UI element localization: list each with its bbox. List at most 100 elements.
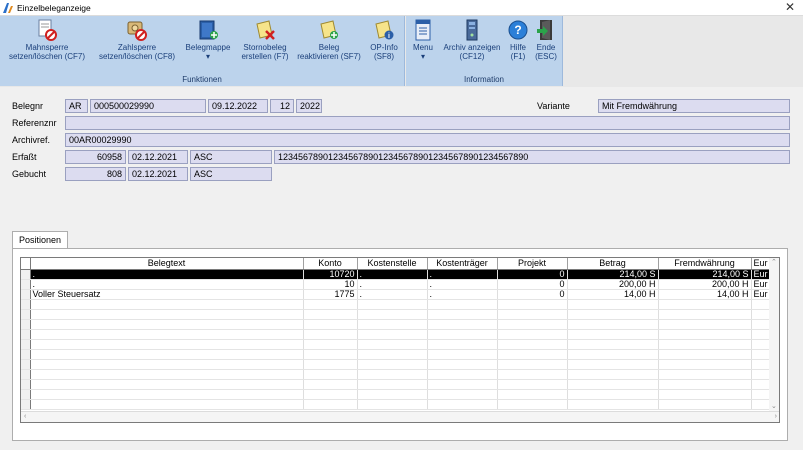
table-cell (497, 399, 568, 410)
table-cell (658, 319, 752, 330)
row-selector (21, 379, 31, 390)
row-selector[interactable] (21, 279, 31, 290)
scroll-left-icon[interactable]: ‹ (24, 413, 26, 421)
svg-text:?: ? (514, 23, 521, 37)
table-cell (497, 299, 568, 310)
table-cell (30, 359, 304, 370)
table-cell (303, 359, 358, 370)
table-row[interactable]: Voller Steuersatz 1775.. 0 14,00 H 14,00 H Eu… (21, 289, 771, 300)
table-cell (567, 309, 659, 320)
belegmappe-button[interactable]: Belegmappe ▾ (180, 19, 236, 61)
column-header[interactable]: Betrag (567, 258, 659, 270)
column-header[interactable]: Fremdwährung (658, 258, 752, 270)
beleg-reaktivieren-button[interactable]: Beleg reaktivieren (SF7) (292, 19, 366, 61)
table-cell (30, 309, 304, 320)
close-icon[interactable]: ✕ (785, 0, 795, 15)
table-cell: . (357, 279, 428, 290)
archiv-anzeigen-button[interactable]: Archiv anzeigen (CF12) (439, 19, 505, 61)
table-cell (567, 359, 659, 370)
table-cell (658, 369, 752, 380)
row-selector (21, 339, 31, 350)
row-selector (21, 329, 31, 340)
column-header[interactable]: Kostenstelle (357, 258, 428, 270)
help-button[interactable]: ? Hilfe (F1) (505, 19, 531, 61)
table-cell (658, 339, 752, 350)
table-cell: . (30, 269, 304, 280)
table-row[interactable]: . 10.. 0 200,00 H 200,00 H Eur (21, 279, 771, 290)
table-cell (427, 299, 498, 310)
table-cell (567, 379, 659, 390)
scroll-right-icon[interactable]: › (775, 413, 777, 421)
table-cell: 10720 (303, 269, 358, 280)
table-cell (497, 349, 568, 360)
table-cell (427, 399, 498, 410)
table-cell (751, 359, 771, 370)
table-cell (30, 389, 304, 400)
stornobeleg-button[interactable]: Stornobeleg erstellen (F7) (234, 19, 296, 61)
table-cell (658, 389, 752, 400)
table-cell (30, 339, 304, 350)
table-cell: 0 (497, 289, 568, 300)
table-cell (30, 349, 304, 360)
table-cell (497, 309, 568, 320)
menu-button[interactable]: Menu ▾ (408, 19, 438, 61)
table-cell (497, 359, 568, 370)
app-logo-icon (3, 3, 13, 13)
table-cell: . (427, 269, 498, 280)
table-row[interactable]: . 10720.. 0 214,00 S 214,00 S Eur (21, 269, 771, 280)
gebucht-user-field: ASC (190, 167, 272, 181)
empty-row (21, 389, 771, 400)
referenznr-label: Referenznr (12, 118, 57, 128)
menu-icon (415, 19, 431, 41)
table-cell (303, 369, 358, 380)
op-info-button[interactable]: i OP-Info (SF8) (364, 19, 404, 61)
table-cell (751, 379, 771, 390)
ribbon-group-funktionen: Mahnsperre setzen/löschen (CF7) Zahlsper… (0, 16, 405, 86)
vertical-scrollbar[interactable]: ⌃ ⌄ (769, 258, 779, 412)
op-info-icon: i (375, 20, 394, 40)
erfasst-nr-field: 60958 (65, 150, 126, 164)
column-header[interactable]: Eur (751, 258, 771, 270)
column-header[interactable]: Kostenträger (427, 258, 498, 270)
table-cell: Eur (751, 279, 771, 290)
scroll-up-icon[interactable]: ⌃ (771, 259, 777, 267)
table-cell (427, 339, 498, 350)
referenznr-field (65, 116, 790, 130)
scroll-down-icon[interactable]: ⌄ (771, 403, 777, 411)
ribbon-group-caption: Information (463, 75, 505, 84)
mahnsperre-button[interactable]: Mahnsperre setzen/löschen (CF7) (4, 19, 90, 61)
table-cell (303, 329, 358, 340)
table-cell (303, 309, 358, 320)
table-cell (658, 329, 752, 340)
positionen-panel: Belegtext Konto Kostenstelle Kostenträger Pr… (12, 248, 788, 441)
table-cell (751, 329, 771, 340)
column-header[interactable]: Projekt (497, 258, 568, 270)
table-cell (567, 389, 659, 400)
row-selector[interactable] (21, 269, 31, 280)
exit-icon (537, 20, 552, 40)
exit-button[interactable]: Ende (ESC) (531, 19, 561, 61)
column-header[interactable]: Konto (303, 258, 358, 270)
erfasst-user-field: ASC (190, 150, 272, 164)
belegnr-label: Belegnr (12, 101, 44, 111)
table-cell: 200,00 H (567, 279, 659, 290)
horizontal-scrollbar[interactable]: ‹ › (21, 411, 779, 422)
row-selector[interactable] (21, 289, 31, 300)
empty-row (21, 359, 771, 370)
table-cell (30, 399, 304, 410)
table-cell (30, 329, 304, 340)
empty-row (21, 379, 771, 390)
table-cell (30, 299, 304, 310)
table-cell (751, 339, 771, 350)
tab-positionen[interactable]: Positionen (12, 231, 68, 249)
table-cell: 200,00 H (658, 279, 752, 290)
zahlsperre-button[interactable]: Zahlsperre setzen/löschen (CF8) (94, 19, 180, 61)
table-cell (751, 389, 771, 400)
archiv-icon (466, 19, 478, 41)
column-header[interactable]: Belegtext (30, 258, 304, 270)
table-cell (303, 339, 358, 350)
svg-text:i: i (388, 33, 390, 40)
table-cell (658, 349, 752, 360)
table-cell (357, 379, 428, 390)
empty-row (21, 399, 771, 410)
